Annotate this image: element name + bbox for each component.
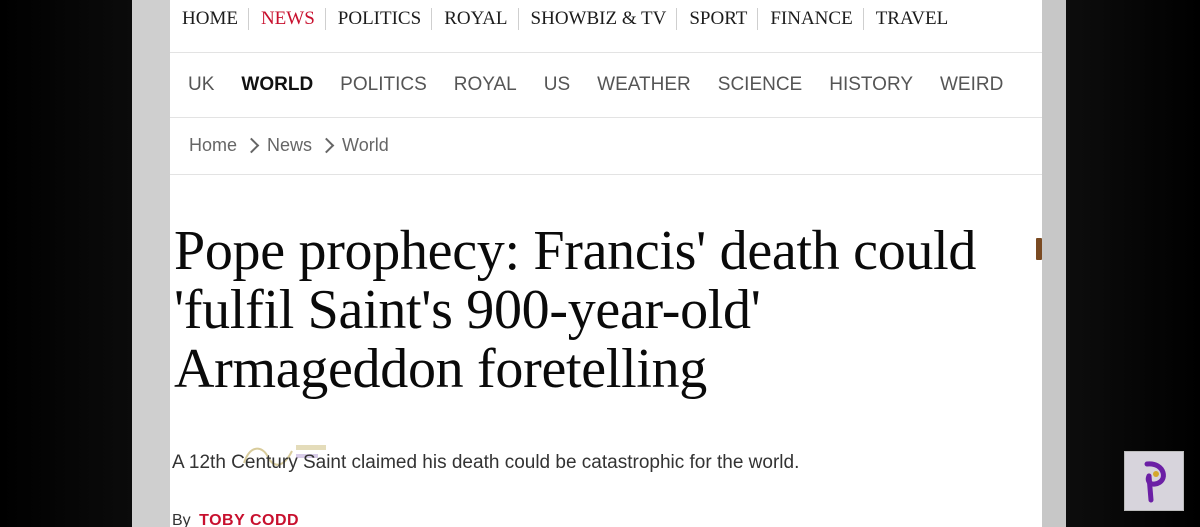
scroll-handle[interactable]: [1036, 238, 1042, 260]
section-navigation: UK WORLD POLITICS ROYAL US WEATHER SCIEN…: [170, 52, 1042, 118]
channel-logo-graphic: [1144, 461, 1166, 503]
right-page-gutter: [1042, 0, 1066, 527]
channel-logo-icon: [1124, 451, 1184, 511]
chevron-right-icon: [243, 137, 260, 154]
chevron-right-icon: [318, 137, 335, 154]
article-headline: Pope prophecy: Francis' death could 'ful…: [174, 220, 977, 400]
breadcrumb: Home News World: [170, 117, 1042, 175]
top-nav-home[interactable]: HOME: [170, 7, 249, 30]
sub-nav-history[interactable]: HISTORY: [829, 74, 913, 96]
sub-nav-science[interactable]: SCIENCE: [718, 74, 802, 96]
article-standfirst: A 12th Century Saint claimed his death c…: [172, 452, 800, 473]
article-page: HOME NEWS POLITICS ROYAL SHOWBIZ & TV SP…: [170, 0, 1042, 527]
article-byline: By TOBY CODD: [172, 512, 299, 527]
sub-nav-world[interactable]: WORLD: [241, 74, 313, 96]
left-letterbox: [0, 0, 132, 527]
sub-nav-royal[interactable]: ROYAL: [454, 74, 517, 96]
sub-nav-uk[interactable]: UK: [188, 74, 214, 96]
top-nav-travel[interactable]: TRAVEL: [864, 8, 958, 30]
right-letterbox: [1066, 0, 1200, 527]
breadcrumb-world[interactable]: World: [342, 135, 389, 156]
top-nav-showbiz-tv[interactable]: SHOWBIZ & TV: [519, 7, 678, 30]
top-navigation: HOME NEWS POLITICS ROYAL SHOWBIZ & TV SP…: [170, 0, 1042, 37]
top-nav-sport[interactable]: SPORT: [677, 7, 759, 30]
sub-nav-us[interactable]: US: [544, 74, 570, 96]
breadcrumb-home[interactable]: Home: [189, 135, 237, 156]
breadcrumb-news[interactable]: News: [267, 135, 312, 156]
top-nav-finance[interactable]: FINANCE: [758, 7, 864, 30]
top-nav-news[interactable]: NEWS: [249, 7, 326, 30]
top-nav-politics[interactable]: POLITICS: [326, 7, 433, 30]
byline-prefix: By: [172, 512, 191, 527]
author-link[interactable]: TOBY CODD: [199, 512, 299, 527]
sub-nav-weird[interactable]: WEIRD: [940, 74, 1003, 96]
sub-nav-weather[interactable]: WEATHER: [597, 74, 691, 96]
top-nav-royal[interactable]: ROYAL: [432, 7, 519, 30]
left-page-gutter: [132, 0, 170, 527]
sub-nav-politics[interactable]: POLITICS: [340, 74, 427, 96]
